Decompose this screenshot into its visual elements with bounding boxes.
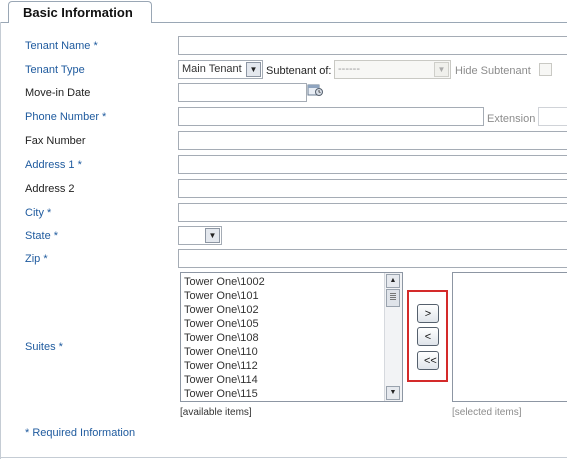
scroll-up-icon[interactable]: ▲ (386, 274, 400, 288)
tenant-type-value: Main Tenant (182, 63, 242, 75)
city-input[interactable] (178, 203, 567, 222)
subtenant-of-select[interactable]: ------ ▼ (334, 60, 451, 79)
address1-input[interactable] (178, 155, 567, 174)
calendar-icon[interactable] (307, 83, 323, 97)
tenant-type-select[interactable]: Main Tenant ▼ (178, 60, 263, 79)
list-item[interactable]: Tower One\112 (181, 359, 385, 373)
selected-suites-list[interactable] (452, 272, 567, 402)
scroll-thumb[interactable] (386, 289, 400, 307)
chevron-down-icon: ▼ (246, 62, 261, 77)
remove-all-suites-button[interactable]: << (417, 351, 439, 370)
list-item[interactable]: Tower One\108 (181, 331, 385, 345)
list-item[interactable]: Tower One\105 (181, 317, 385, 331)
tab-bar: Basic Information (0, 0, 567, 24)
list-item[interactable]: Tower One\110 (181, 345, 385, 359)
move-in-date-label: Move-in Date (25, 87, 91, 99)
hide-subtenant-label: Hide Subtenant (455, 65, 531, 77)
available-suites-items: Tower One\1002 Tower One\101 Tower One\1… (181, 275, 385, 401)
list-item[interactable]: Tower One\101 (181, 289, 385, 303)
state-select[interactable]: ▼ (178, 226, 222, 245)
available-suites-list[interactable]: Tower One\1002 Tower One\101 Tower One\1… (180, 272, 403, 402)
suites-label: Suites * (25, 341, 63, 353)
list-item[interactable]: Tower One\115 (181, 387, 385, 401)
address2-label: Address 2 (25, 183, 75, 195)
tenant-name-label: Tenant Name * (25, 40, 98, 52)
available-suites-scrollbar[interactable]: ▲ ▼ (384, 273, 402, 401)
list-item[interactable]: Tower One\114 (181, 373, 385, 387)
scroll-down-icon[interactable]: ▼ (386, 386, 400, 400)
chevron-down-icon: ▼ (205, 228, 220, 243)
zip-label: Zip * (25, 253, 48, 265)
zip-input[interactable] (178, 249, 567, 268)
address2-input[interactable] (178, 179, 567, 198)
tenant-name-input[interactable] (178, 36, 567, 55)
available-items-caption: [available items] (180, 407, 252, 418)
add-suite-button[interactable]: > (417, 304, 439, 323)
hide-subtenant-checkbox[interactable] (539, 63, 552, 76)
city-label: City * (25, 207, 52, 219)
move-in-date-input[interactable] (178, 83, 307, 102)
required-information-note: * Required Information (25, 427, 136, 439)
phone-number-input[interactable] (178, 107, 484, 126)
address1-label: Address 1 * (25, 159, 82, 171)
subtenant-of-value: ------ (338, 63, 360, 75)
chevron-down-icon: ▼ (434, 62, 449, 77)
tenant-type-label: Tenant Type (25, 64, 85, 76)
phone-number-label: Phone Number * (25, 111, 107, 123)
list-item[interactable]: Tower One\1002 (181, 275, 385, 289)
extension-label: Extension (487, 113, 536, 125)
remove-suite-button[interactable]: < (417, 327, 439, 346)
subtenant-of-label: Subtenant of: (266, 65, 332, 77)
tab-basic-information[interactable]: Basic Information (8, 1, 152, 22)
selected-items-caption: [selected items] (452, 407, 522, 418)
extension-input[interactable] (538, 107, 567, 126)
fax-number-input[interactable] (178, 131, 567, 150)
fax-number-label: Fax Number (25, 135, 86, 147)
state-label: State * (25, 230, 59, 242)
list-item[interactable]: Tower One\102 (181, 303, 385, 317)
